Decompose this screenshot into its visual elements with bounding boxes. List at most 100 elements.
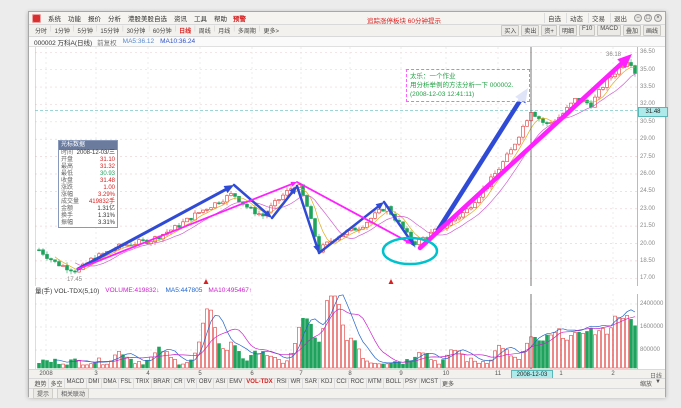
period-separator: | bbox=[148, 26, 150, 35]
app-window: 系统功能报价分析港股美股自选资讯工具帮助 预警 追踪涨停板块 60分钟提示 自选… bbox=[28, 11, 666, 397]
trade-button-7[interactable]: 画线 bbox=[643, 25, 661, 36]
indicator-tab-CCI[interactable]: CCI bbox=[334, 379, 348, 388]
indicator-tab-DMA[interactable]: DMA bbox=[101, 379, 118, 388]
menu-item-4[interactable]: 港股美股自选 bbox=[125, 16, 170, 23]
menu-items: 系统功能报价分析港股美股自选资讯工具帮助 bbox=[45, 13, 230, 23]
period-tab-周线[interactable]: 周线 bbox=[197, 26, 213, 35]
indicator-tab-趋势[interactable]: 趋势 bbox=[33, 379, 48, 388]
volume-header: 量(手) VOL-TDX(5,10) VOLUME:419832↓ MA5:44… bbox=[29, 286, 665, 294]
tooltip-row-label: 金额 bbox=[61, 206, 73, 213]
indicator-tab-BOLL[interactable]: BOLL bbox=[383, 379, 402, 388]
indicator-tab-RSI[interactable]: RSI bbox=[274, 379, 288, 388]
period-tab-更多>[interactable]: 更多> bbox=[261, 26, 281, 35]
period-separator: | bbox=[175, 26, 177, 35]
period-tab-15分钟[interactable]: 15分钟 bbox=[98, 26, 121, 35]
trade-button-3[interactable]: 明细 bbox=[559, 25, 577, 36]
trade-buttons: 买入卖出资+明细F10MACD叠加画线 bbox=[501, 25, 661, 36]
menu-item-2[interactable]: 报价 bbox=[85, 16, 104, 23]
menu-item-alert[interactable]: 预警 bbox=[230, 13, 249, 23]
trade-button-5[interactable]: MACD bbox=[597, 25, 621, 36]
annotation-line: (2008-12-03 12:41:11) bbox=[410, 90, 526, 99]
adjust-mode[interactable]: 前复权 bbox=[97, 37, 117, 47]
status-item-1[interactable]: 相关联动 bbox=[57, 388, 89, 399]
quick-link-2[interactable]: 交易 bbox=[588, 13, 608, 23]
date-label: 2008 bbox=[34, 371, 58, 377]
indicator-tab-CR[interactable]: CR bbox=[171, 379, 184, 388]
menu-item-7[interactable]: 帮助 bbox=[211, 16, 230, 23]
menu-item-6[interactable]: 工具 bbox=[191, 16, 210, 23]
maximize-button[interactable]: □ bbox=[644, 14, 652, 22]
tooltip-row: 收盘31.48 bbox=[59, 178, 117, 185]
minimize-button[interactable]: − bbox=[634, 14, 642, 22]
period-separator: | bbox=[73, 26, 75, 35]
menu-bar: 系统功能报价分析港股美股自选资讯工具帮助 预警 追踪涨停板块 60分钟提示 自选… bbox=[29, 12, 665, 25]
indicator-tab-VOL-TDX[interactable]: VOL-TDX bbox=[244, 379, 274, 388]
tooltip-row-value: 31.10 bbox=[100, 157, 115, 164]
indicator-tab-WR[interactable]: WR bbox=[288, 379, 302, 388]
zoom-button[interactable]: 缩放 bbox=[640, 379, 652, 388]
indicator-tab-ASI[interactable]: ASI bbox=[213, 379, 227, 388]
status-item-0[interactable]: 提示 bbox=[33, 388, 53, 399]
indicator-tab-KDJ[interactable]: KDJ bbox=[318, 379, 333, 388]
indicator-tab-VR[interactable]: VR bbox=[184, 379, 196, 388]
indicator-tab-更多[interactable]: 更多 bbox=[440, 379, 456, 388]
stock-info-bar: 000002 万科A(日线) 前复权 MA5:36.12 MA10:36.24 bbox=[29, 37, 665, 47]
menu-item-1[interactable]: 功能 bbox=[65, 16, 84, 23]
tooltip-row: 时间2008-12-03/三 bbox=[59, 150, 117, 157]
period-tab-1分钟[interactable]: 1分钟 bbox=[53, 26, 72, 35]
close-button[interactable]: × bbox=[654, 14, 662, 22]
tooltip-row: 涨幅3.29% bbox=[59, 192, 117, 199]
period-tab-30分钟[interactable]: 30分钟 bbox=[125, 26, 148, 35]
indicator-tab-EMV[interactable]: EMV bbox=[227, 379, 244, 388]
status-bar: 提示相关联动 bbox=[29, 388, 665, 398]
date-label: 8 bbox=[338, 371, 362, 377]
quick-link-0[interactable]: 自选 bbox=[544, 13, 564, 23]
stock-title: 000002 万科A(日线) bbox=[34, 37, 92, 47]
trade-button-4[interactable]: F10 bbox=[579, 25, 595, 36]
period-tab-多周期[interactable]: 多周期 bbox=[236, 26, 258, 35]
period-tab-分时[interactable]: 分时 bbox=[33, 26, 49, 35]
candlestick-chart[interactable]: 17.4536.18 bbox=[35, 47, 638, 286]
menu-item-5[interactable]: 资讯 bbox=[171, 16, 190, 23]
indicator-tab-MCST[interactable]: MCST bbox=[419, 379, 440, 388]
tooltip-title[interactable]: 光标数据 bbox=[59, 141, 117, 150]
menu-item-0[interactable]: 系统 bbox=[45, 16, 64, 23]
trade-button-1[interactable]: 卖出 bbox=[521, 25, 539, 36]
tooltip-row-value: 1.31亿 bbox=[97, 206, 115, 213]
period-tab-60分钟[interactable]: 60分钟 bbox=[151, 26, 174, 35]
indicator-tab-多空[interactable]: 多空 bbox=[48, 379, 64, 388]
indicator-tab-DMI[interactable]: DMI bbox=[86, 379, 101, 388]
indicator-tab-ROC[interactable]: ROC bbox=[348, 379, 365, 388]
indicator-tab-SAR[interactable]: SAR bbox=[302, 379, 318, 388]
tooltip-row: 金额 1.31亿 bbox=[59, 206, 117, 213]
period-separator: | bbox=[50, 26, 52, 35]
tooltip-row: 开盘31.10 bbox=[59, 157, 117, 164]
caret-down-icon[interactable]: ▼ bbox=[655, 379, 661, 388]
quick-link-1[interactable]: 动态 bbox=[566, 13, 586, 23]
indicator-tab-OBV[interactable]: OBV bbox=[196, 379, 213, 388]
indicator-tab-FSL[interactable]: FSL bbox=[118, 379, 133, 388]
ex-dividend-marker bbox=[204, 279, 209, 284]
trade-button-0[interactable]: 买入 bbox=[501, 25, 519, 36]
period-tab-月线[interactable]: 月线 bbox=[216, 26, 232, 35]
volume-chart[interactable] bbox=[35, 294, 638, 369]
tooltip-row-label: 最高 bbox=[61, 164, 73, 171]
trade-button-6[interactable]: 叠加 bbox=[623, 25, 641, 36]
period-tab-5分钟[interactable]: 5分钟 bbox=[75, 26, 94, 35]
indicator-tab-BRAR[interactable]: BRAR bbox=[151, 379, 172, 388]
indicator-tab-MTM[interactable]: MTM bbox=[366, 379, 384, 388]
tooltip-row-label: 收盘 bbox=[61, 178, 73, 185]
quick-links: 自选动态交易退出 bbox=[544, 13, 630, 23]
menu-item-3[interactable]: 分析 bbox=[105, 16, 124, 23]
tooltip-row-label: 最低 bbox=[61, 171, 73, 178]
indicator-tab-PSY[interactable]: PSY bbox=[403, 379, 419, 388]
quick-link-3[interactable]: 退出 bbox=[610, 13, 630, 23]
price-axis-label: 17.00 bbox=[640, 275, 655, 281]
period-tab-日线[interactable]: 日线 bbox=[177, 26, 193, 35]
period-separator: | bbox=[122, 26, 124, 35]
price-axis-label: 24.50 bbox=[640, 188, 655, 194]
indicator-tab-MACD[interactable]: MACD bbox=[64, 379, 86, 388]
indicator-tab-TRIX[interactable]: TRIX bbox=[133, 379, 151, 388]
annotation-note[interactable]: 太乐：一个作业用分析举例的方法分析一下 000002.(2008-12-03 1… bbox=[406, 69, 530, 102]
trade-button-2[interactable]: 资+ bbox=[541, 25, 557, 36]
